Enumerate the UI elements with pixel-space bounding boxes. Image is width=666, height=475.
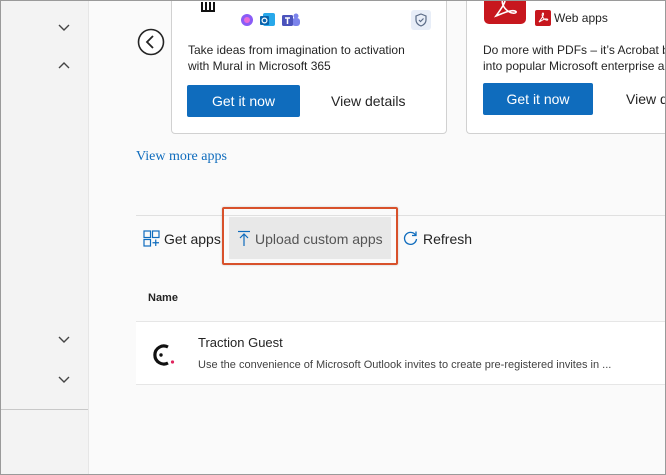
copilot-icon <box>241 14 253 26</box>
chevron-up-icon[interactable] <box>56 58 72 74</box>
main-content: Take ideas from imagination to activatio… <box>89 1 665 474</box>
teams-icon <box>282 13 300 26</box>
chevron-down-icon[interactable] <box>56 19 72 35</box>
get-it-now-button[interactable]: Get it now <box>187 85 300 117</box>
chevron-down-icon[interactable] <box>56 331 72 347</box>
left-nav <box>1 1 89 474</box>
get-it-now-button[interactable]: Get it now <box>483 83 593 115</box>
app-description-line2: into popular Microsoft enterprise a <box>483 59 665 73</box>
view-more-apps-link[interactable]: View more apps <box>136 149 227 165</box>
acrobat-icon <box>535 10 551 26</box>
shield-icon <box>411 10 431 30</box>
view-details-button[interactable]: View d <box>626 83 665 115</box>
upload-icon <box>238 230 250 246</box>
refresh-label: Refresh <box>423 230 473 247</box>
app-description-line2: with Mural in Microsoft 365 <box>188 59 331 73</box>
app-card-mural: Take ideas from imagination to activatio… <box>171 1 447 134</box>
app-description: Use the convenience of Microsoft Outlook… <box>198 359 612 371</box>
nav-divider <box>1 409 88 410</box>
web-apps-tag: Web apps <box>554 11 608 25</box>
app-window: Take ideas from imagination to activatio… <box>0 0 666 475</box>
upload-custom-apps-label: Upload custom apps <box>255 230 383 247</box>
view-details-button[interactable]: View details <box>331 85 405 117</box>
section-divider <box>136 215 665 216</box>
acrobat-logo-icon <box>484 1 526 24</box>
chevron-down-icon[interactable] <box>56 371 72 387</box>
app-description-line1: Do more with PDFs – it’s Acrobat b <box>483 43 666 57</box>
app-name[interactable]: Traction Guest <box>198 335 283 350</box>
table-row[interactable]: Traction Guest Use the convenience of Mi… <box>136 321 665 385</box>
mural-logo-icon <box>201 2 215 12</box>
column-header-name[interactable]: Name <box>148 292 178 304</box>
app-description-line1: Take ideas from imagination to activatio… <box>188 43 405 57</box>
refresh-icon <box>403 231 418 245</box>
get-apps-button[interactable]: Get apps <box>143 230 221 247</box>
upload-custom-apps-button[interactable]: Upload custom apps <box>237 230 383 247</box>
back-arrow-icon[interactable] <box>137 28 165 56</box>
get-apps-label: Get apps <box>164 230 221 247</box>
outlook-icon <box>260 13 275 26</box>
app-card-acrobat: Web apps Do more with PDFs – it’s Acroba… <box>466 1 666 134</box>
grid-icon <box>143 230 160 247</box>
traction-logo-icon <box>153 344 175 366</box>
refresh-button[interactable]: Refresh <box>402 230 472 247</box>
